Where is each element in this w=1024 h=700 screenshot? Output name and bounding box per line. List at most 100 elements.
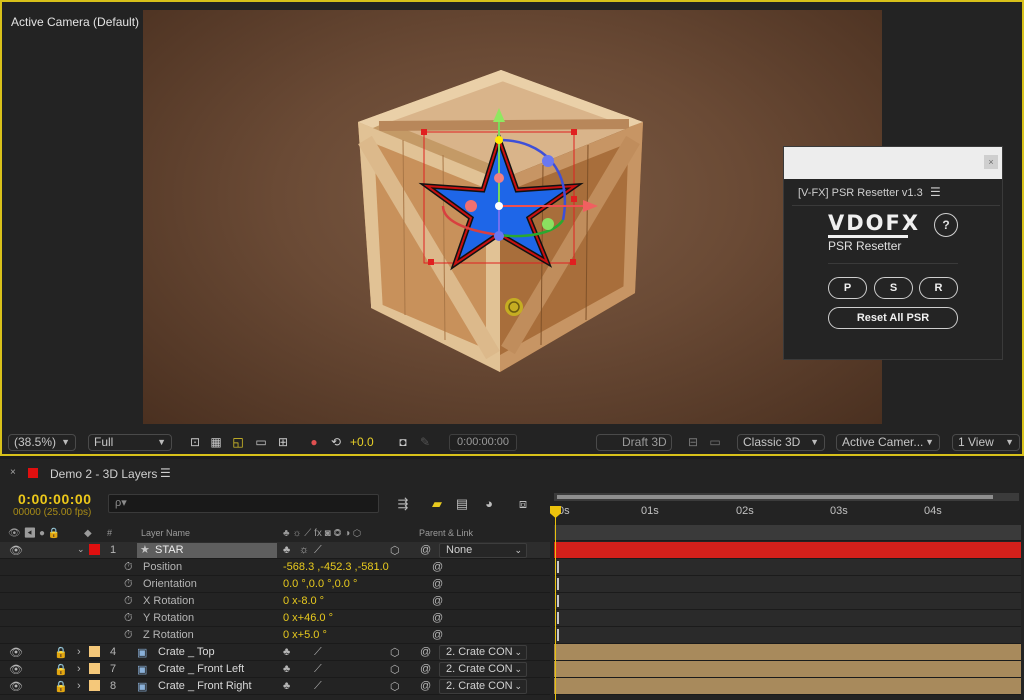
chevron-right-icon[interactable]: › (77, 680, 81, 692)
shy-switch-icon[interactable]: ♣ (283, 544, 290, 556)
reset-position-button[interactable]: P (828, 277, 867, 299)
pickwhip-icon[interactable]: @ (432, 578, 443, 590)
pickwhip-icon[interactable]: @ (420, 680, 431, 692)
property-value[interactable]: 0 x-8.0 ° (283, 595, 324, 607)
property-row-orientation[interactable]: ⏱ Orientation 0.0 °,0.0 °,0.0 ° @ (0, 576, 550, 593)
layer-name[interactable]: ★ STAR (137, 543, 277, 558)
view-layout-dropdown[interactable]: 1 View ▼ (952, 434, 1020, 451)
keyframe-marker[interactable] (557, 595, 559, 607)
playhead-line[interactable] (555, 511, 556, 700)
3d-layer-icon[interactable]: ⬡ (390, 544, 400, 557)
quality-switch-icon[interactable]: ⟋ (314, 544, 322, 557)
keyframe-marker[interactable] (557, 629, 559, 641)
layer-label-color[interactable] (89, 646, 100, 657)
pickwhip-icon[interactable]: @ (420, 663, 431, 675)
composition-viewer[interactable]: Active Camera (Default) × [V-FX] PSR Res… (0, 0, 1024, 456)
pickwhip-icon[interactable]: @ (432, 629, 443, 641)
keyframe-marker[interactable] (557, 561, 559, 573)
3d-layer-icon[interactable]: ⬡ (390, 646, 400, 659)
3d-layer-icon[interactable]: ⬡ (390, 680, 400, 693)
pickwhip-icon[interactable]: @ (420, 544, 431, 556)
layer-name-text[interactable]: Crate _ Front Left (158, 663, 244, 675)
draft-3d-toggle[interactable]: Draft 3D (596, 434, 672, 451)
parent-dropdown[interactable]: 2. Crate CON ⌄ (439, 645, 527, 660)
current-time-field[interactable]: 0:00:00:00 (449, 434, 517, 451)
layer-row-crate-front-left[interactable]: 👁 🔒 › 7 ▣ Crate _ Front Left ♣ ⟋ ⬡ @ 2. … (0, 661, 550, 678)
close-icon[interactable]: × (10, 467, 16, 478)
parent-dropdown[interactable]: 2. Crate CON ⌄ (439, 662, 527, 677)
draft-3d-icon[interactable]: ▰ (429, 496, 445, 512)
3d-layer-icon[interactable]: ⬡ (390, 663, 400, 676)
property-value[interactable]: 0 x+5.0 ° (283, 629, 327, 641)
shy-switch-icon[interactable]: ♣ (283, 663, 290, 675)
current-time-display[interactable]: 0:00:00:00 (18, 491, 92, 507)
keyframe-marker[interactable] (557, 578, 559, 590)
stopwatch-icon[interactable]: ⏱ (124, 595, 133, 608)
layer-label-color[interactable] (89, 663, 100, 674)
layer-row-star[interactable]: 👁 ⌄ 1 ★ STAR ♣ ☼ ⟋ ⬡ @ None ⌄ (0, 542, 550, 559)
chevron-right-icon[interactable]: › (77, 646, 81, 658)
resolution-dropdown[interactable]: Full ▼ (88, 434, 172, 451)
show-snapshot-icon[interactable]: ✎ (418, 436, 432, 449)
stopwatch-icon[interactable]: ⏱ (124, 629, 133, 642)
eye-icon[interactable]: 👁 (9, 663, 23, 676)
chevron-down-icon[interactable]: ⌄ (77, 544, 85, 555)
pickwhip-icon[interactable]: @ (420, 646, 431, 658)
transparency-grid-icon[interactable]: ▦ (209, 436, 223, 449)
panel-tab-title[interactable]: [V-FX] PSR Resetter v1.3 (798, 187, 923, 199)
fast-previews-icon[interactable]: ⊡ (188, 436, 202, 449)
layer-row-crate-top[interactable]: 👁 🔒 › 4 ▣ Crate _ Top ♣ ⟋ ⬡ @ 2. Crate C… (0, 644, 550, 661)
color-management-icon[interactable]: ⟲ (329, 436, 343, 449)
property-value[interactable]: 0.0 °,0.0 °,0.0 ° (283, 578, 357, 590)
frame-blending-icon[interactable]: ▤ (454, 496, 470, 512)
camera-view-dropdown[interactable]: Active Camer... ▼ (836, 434, 940, 451)
snapshot-camera-icon[interactable]: ◘ (396, 436, 410, 449)
quality-switch-icon[interactable]: ⟋ (314, 646, 322, 659)
exposure-value[interactable]: +0.0 (350, 435, 374, 449)
reset-all-psr-button[interactable]: Reset All PSR (828, 307, 958, 329)
layer-bar-crate-front-right[interactable] (554, 678, 1021, 695)
layer-search-input[interactable]: ρ▾ (108, 494, 379, 513)
extended-viewer-icon[interactable]: ▭ (708, 436, 722, 449)
shy-switch-icon[interactable]: ♣ (283, 680, 290, 692)
3d-ground-plane-icon[interactable]: ⊟ (686, 436, 700, 449)
shy-switch-icon[interactable]: ♣ (283, 646, 290, 658)
property-value[interactable]: -568.3 ,-452.3 ,-581.0 (283, 561, 389, 573)
timeline-graph-area[interactable]: 0s 01s 02s 03s 04s (550, 491, 1024, 700)
motion-blur-icon[interactable]: ◕ (481, 496, 497, 512)
panel-titlebar[interactable]: × (784, 147, 1002, 179)
layer-row-crate-front-right[interactable]: 👁 🔒 › 8 ▣ Crate _ Front Right ♣ ⟋ ⬡ @ 2.… (0, 678, 550, 695)
layer-bar-star[interactable] (554, 542, 1021, 559)
composition-flowchart-icon[interactable]: ⇶ (395, 496, 411, 512)
reset-rotation-button[interactable]: R (919, 277, 958, 299)
keyframe-marker[interactable] (557, 612, 559, 624)
graph-editor-icon[interactable]: ⧈ (515, 496, 531, 512)
quality-switch-icon[interactable]: ⟋ (314, 680, 322, 693)
eye-icon[interactable]: 👁 (9, 680, 23, 693)
layer-bar-crate-front-left[interactable] (554, 661, 1021, 678)
layer-name-text[interactable]: Crate _ Top (158, 646, 215, 658)
reset-scale-button[interactable]: S (874, 277, 913, 299)
layer-label-color[interactable] (89, 544, 100, 555)
collapse-switch-icon[interactable]: ☼ (299, 544, 309, 556)
quality-switch-icon[interactable]: ⟋ (314, 663, 322, 676)
pickwhip-icon[interactable]: @ (432, 561, 443, 573)
lock-icon[interactable]: 🔒 (54, 663, 68, 676)
mask-path-icon[interactable]: ◱ (231, 436, 245, 449)
channel-rgb-icon[interactable]: ● (307, 436, 321, 449)
stopwatch-icon[interactable]: ⏱ (124, 561, 133, 574)
parent-dropdown[interactable]: None ⌄ (439, 543, 527, 558)
eye-icon[interactable]: 👁 (9, 544, 23, 557)
lock-icon[interactable]: 🔒 (54, 680, 68, 693)
parent-dropdown[interactable]: 2. Crate CON ⌄ (439, 679, 527, 694)
zoom-dropdown[interactable]: (38.5%) ▼ (8, 434, 76, 451)
parent-link-header[interactable]: Parent & Link (419, 528, 473, 538)
time-ruler[interactable]: 0s 01s 02s 03s 04s (550, 503, 1024, 523)
renderer-dropdown[interactable]: Classic 3D ▼ (737, 434, 825, 451)
hamburger-icon[interactable]: ☰ (160, 466, 171, 480)
grid-guides-icon[interactable]: ⊞ (276, 436, 290, 449)
layer-bar-crate-top[interactable] (554, 644, 1021, 661)
comp-tab-name[interactable]: Demo 2 - 3D Layers (50, 467, 157, 481)
property-value[interactable]: 0 x+46.0 ° (283, 612, 333, 624)
chevron-right-icon[interactable]: › (77, 663, 81, 675)
